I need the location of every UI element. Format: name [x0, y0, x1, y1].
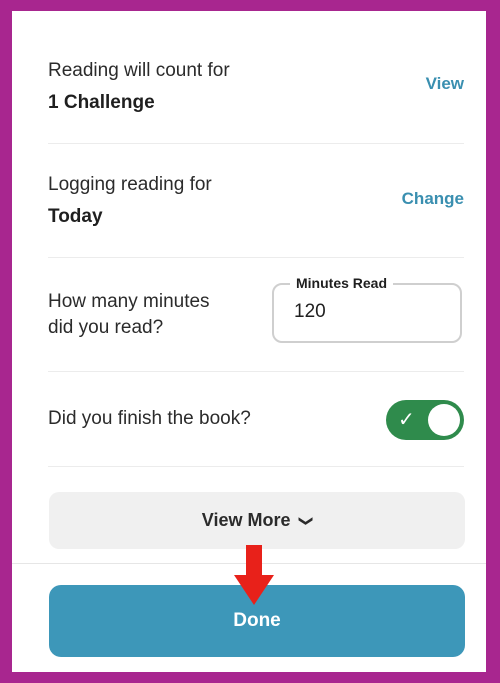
- view-more-label: View More: [201, 510, 291, 530]
- view-more-button[interactable]: View More ❯: [49, 492, 465, 549]
- finished-question: Did you finish the book?: [48, 408, 251, 429]
- minutes-read-input[interactable]: Minutes Read 120: [272, 275, 462, 343]
- minutes-read-value[interactable]: 120: [294, 301, 326, 323]
- logging-value: Today: [48, 206, 103, 227]
- finished-book-toggle[interactable]: ✓: [386, 400, 464, 440]
- minutes-question-line1: How many minutes: [48, 291, 210, 312]
- check-icon: ✓: [398, 407, 415, 431]
- view-challenge-link[interactable]: View: [426, 74, 464, 94]
- minutes-question-line2: did you read?: [48, 317, 164, 338]
- red-arrow-down-icon: [234, 545, 274, 605]
- challenge-label: Reading will count for: [48, 60, 230, 81]
- logging-label: Logging reading for: [48, 174, 212, 195]
- chevron-down-icon: ❯: [298, 514, 315, 527]
- challenge-row: Reading will count for 1 Challenge View: [48, 58, 464, 144]
- toggle-knob: [428, 404, 460, 436]
- done-label: Done: [233, 610, 281, 631]
- challenge-value: 1 Challenge: [48, 92, 155, 113]
- logging-row: Logging reading for Today Change: [48, 172, 464, 258]
- change-date-link[interactable]: Change: [402, 189, 464, 209]
- reading-log-panel: Reading will count for 1 Challenge View …: [12, 11, 486, 672]
- minutes-read-label: Minutes Read: [290, 275, 394, 291]
